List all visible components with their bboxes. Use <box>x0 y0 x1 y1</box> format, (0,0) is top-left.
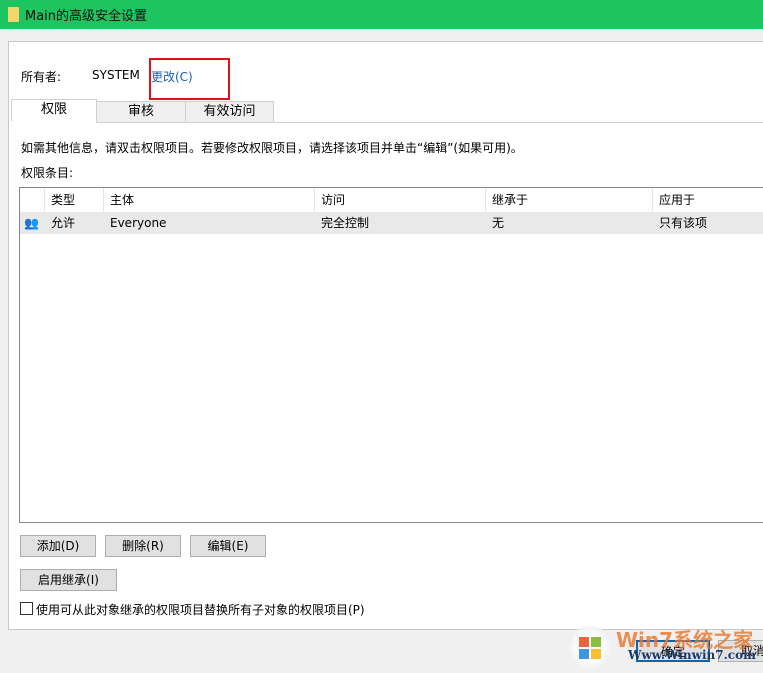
remove-button[interactable]: 删除(R) <box>105 535 181 557</box>
tab-permissions[interactable]: 权限 <box>11 99 97 121</box>
replace-child-permissions-label: 使用可从此对象继承的权限项目替换所有子对象的权限项目(P) <box>36 603 365 617</box>
cell-type: 允许 <box>51 216 76 230</box>
column-header-type[interactable]: 类型 <box>45 188 104 212</box>
cell-inherited-from: 无 <box>492 216 505 230</box>
windows-logo-icon <box>568 626 612 670</box>
column-header-inherited-from[interactable]: 继承于 <box>486 188 653 212</box>
column-header-access[interactable]: 访问 <box>315 188 486 212</box>
replace-child-permissions-checkbox[interactable] <box>20 602 33 615</box>
window-title: Main的高级安全设置 <box>25 9 148 24</box>
entries-label: 权限条目: <box>21 166 74 180</box>
ok-button[interactable]: 确定 <box>636 640 710 662</box>
cell-applies-to: 只有该项 <box>659 216 708 230</box>
enable-inheritance-button[interactable]: 启用继承(I) <box>20 569 117 591</box>
cell-principal: Everyone <box>110 216 167 230</box>
tab-auditing[interactable]: 审核 <box>96 101 186 123</box>
column-header-applies-to[interactable]: 应用于 <box>653 188 763 212</box>
column-header-principal[interactable]: 主体 <box>104 188 315 212</box>
owner-label: 所有者: <box>21 70 62 84</box>
tab-divider <box>96 122 763 123</box>
folder-icon <box>8 7 19 22</box>
column-header-icon <box>20 188 45 212</box>
title-bar: Main的高级安全设置 <box>0 0 763 29</box>
users-icon: 👥 <box>24 216 39 230</box>
owner-value: SYSTEM <box>92 68 140 82</box>
edit-button[interactable]: 编辑(E) <box>190 535 266 557</box>
cell-access: 完全控制 <box>321 216 370 230</box>
table-row[interactable]: 👥 允许 Everyone 完全控制 无 只有该项 <box>20 212 763 234</box>
highlight-box <box>149 58 230 100</box>
add-button[interactable]: 添加(D) <box>20 535 96 557</box>
permission-entries-list[interactable]: 类型 主体 访问 继承于 应用于 👥 允许 Everyone 完全控制 无 只有… <box>19 187 763 523</box>
cancel-button[interactable]: 取消 <box>718 640 763 662</box>
tab-effective-access[interactable]: 有效访问 <box>185 101 274 123</box>
info-text: 如需其他信息，请双击权限项目。若要修改权限项目，请选择该项目并单击“编辑”(如果… <box>21 141 523 155</box>
